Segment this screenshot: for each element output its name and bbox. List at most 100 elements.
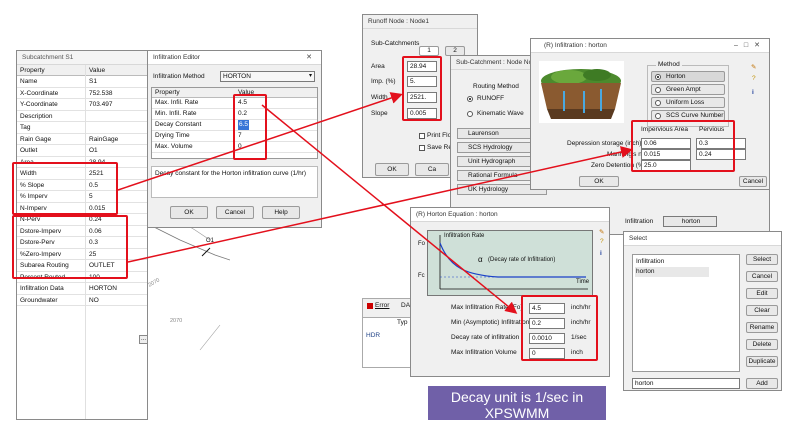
cancel-button[interactable]: Cancel xyxy=(739,176,767,187)
save-results-checkbox[interactable] xyxy=(419,145,425,151)
property-value[interactable]: RainGage xyxy=(89,134,118,145)
property-value[interactable]: OUTLET xyxy=(89,260,115,271)
cancel-button[interactable]: Cancel xyxy=(216,206,254,219)
zero-det-field[interactable]: 25.0 xyxy=(641,160,691,171)
table-row[interactable]: Tag xyxy=(17,122,147,134)
select-list[interactable]: Infiltration horton xyxy=(632,254,740,372)
ok-button[interactable]: OK xyxy=(170,206,208,219)
property-value[interactable]: S1 xyxy=(89,76,97,87)
table-row[interactable]: Decay Constant 6.5 xyxy=(152,120,317,131)
cancel-button[interactable]: Ca xyxy=(415,163,449,176)
property-value[interactable]: 703.497 xyxy=(89,99,113,110)
property-value[interactable]: 752.538 xyxy=(89,88,113,99)
table-row[interactable]: Infiltration Data HORTON xyxy=(17,283,147,295)
routing-kinematic-radio[interactable] xyxy=(467,111,473,117)
select-dialog-button[interactable]: Rename xyxy=(746,322,778,333)
table-row[interactable]: % Slope 0.5 xyxy=(17,180,147,191)
table-row[interactable]: N-Imperv 0.015 xyxy=(17,203,147,214)
help-icon[interactable]: ? xyxy=(752,75,756,82)
table-row[interactable]: Rain Gage RainGage xyxy=(17,134,147,145)
depression-perv-field[interactable]: 0.3 xyxy=(696,138,746,149)
table-row[interactable]: Dstore-Imperv 0.06 xyxy=(17,226,147,237)
property-value[interactable]: 7 xyxy=(238,131,242,141)
manning-imperv-field[interactable]: 0.015 xyxy=(641,149,691,160)
select-dialog-button[interactable]: Duplicate xyxy=(746,356,778,367)
property-value[interactable]: 0 xyxy=(238,142,242,152)
select-dialog-button[interactable]: Delete xyxy=(746,339,778,350)
table-row[interactable]: Min. Infil. Rate 0.2 xyxy=(152,109,317,120)
area-field[interactable]: 28.94 xyxy=(407,61,437,72)
property-value[interactable]: 0.2 xyxy=(238,109,247,119)
ok-button[interactable]: OK xyxy=(579,176,619,187)
table-row[interactable]: Y-Coordinate 703.497 xyxy=(17,99,147,111)
tab-subcatch-1[interactable]: 1 xyxy=(419,46,439,56)
horton-param-field[interactable]: 4.5 xyxy=(529,303,565,314)
infiltration-field[interactable]: horton xyxy=(663,216,717,227)
property-value[interactable]: 25 xyxy=(89,249,96,260)
method-option[interactable]: Uniform Loss xyxy=(651,97,725,108)
list-item[interactable]: horton xyxy=(635,267,709,277)
property-value[interactable]: 5 xyxy=(89,191,93,202)
error-tab[interactable]: Error xyxy=(375,302,389,309)
window-controls[interactable]: –□✕ xyxy=(734,39,766,53)
manning-perv-field[interactable]: 0.24 xyxy=(696,149,746,160)
select-dialog-button[interactable]: Add xyxy=(746,378,778,389)
method-radio[interactable] xyxy=(655,100,661,106)
edit-icon[interactable]: ✎ xyxy=(599,228,604,236)
ellipsis-button[interactable]: ... xyxy=(139,335,147,344)
table-row[interactable]: X-Coordinate 752.538 xyxy=(17,88,147,99)
property-value[interactable]: 0.5 xyxy=(89,180,98,191)
close-icon[interactable]: ✕ xyxy=(306,51,318,65)
method-option[interactable]: Green Ampt xyxy=(651,84,725,95)
width-field[interactable]: 2521. xyxy=(407,92,437,103)
property-value[interactable]: HORTON xyxy=(89,283,117,294)
edit-icon[interactable]: ✎ xyxy=(751,63,756,71)
property-value[interactable]: 0.06 xyxy=(89,226,102,237)
ok-button[interactable]: OK xyxy=(375,163,409,176)
property-value[interactable]: 0.3 xyxy=(89,237,98,248)
routing-runoff-radio[interactable] xyxy=(467,96,473,102)
horton-param-field[interactable]: 0 xyxy=(529,348,565,359)
select-dialog-button[interactable]: Clear xyxy=(746,305,778,316)
table-row[interactable]: Area 28.94 xyxy=(17,157,147,168)
info-icon[interactable]: i xyxy=(752,89,754,96)
slope-field[interactable]: 0.005 xyxy=(407,108,437,119)
select-dialog-button[interactable]: Select xyxy=(746,254,778,265)
property-value[interactable]: 6.5 xyxy=(238,120,250,130)
table-row[interactable]: Dstore-Perv 0.3 xyxy=(17,237,147,249)
table-row[interactable]: Width 2521 xyxy=(17,168,147,180)
property-value[interactable]: 28.94 xyxy=(89,157,105,168)
infil-method-select[interactable]: HORTON ▾ xyxy=(220,71,315,82)
property-value[interactable]: NO xyxy=(89,295,99,306)
list-item[interactable]: Infiltration xyxy=(636,258,664,265)
table-row[interactable]: Outlet O1 xyxy=(17,145,147,157)
table-row[interactable]: Groundwater NO xyxy=(17,295,147,306)
select-dialog-button[interactable]: Edit xyxy=(746,288,778,299)
help-button[interactable]: Help xyxy=(262,206,300,219)
method-radio[interactable] xyxy=(655,87,661,93)
property-value[interactable]: 4.5 xyxy=(238,98,247,108)
imp-field[interactable]: 5. xyxy=(407,76,437,87)
method-radio[interactable] xyxy=(655,113,661,119)
property-value[interactable]: O1 xyxy=(89,145,98,156)
horton-param-field[interactable]: 0.2 xyxy=(529,318,565,329)
table-row[interactable]: Drying Time 7 xyxy=(152,131,317,142)
depression-imperv-field[interactable]: 0.06 xyxy=(641,138,691,149)
table-row[interactable]: %Zero-Imperv 25 xyxy=(17,249,147,260)
property-value[interactable]: 0.015 xyxy=(89,203,105,214)
property-value[interactable]: 2521 xyxy=(89,168,103,179)
table-row[interactable]: Subarea Routing OUTLET xyxy=(17,260,147,272)
info-icon[interactable]: i xyxy=(600,250,602,257)
select-input[interactable]: horton xyxy=(632,378,740,389)
print-flow-checkbox[interactable] xyxy=(419,133,425,139)
property-value[interactable]: 100 xyxy=(89,272,100,283)
method-radio[interactable] xyxy=(655,74,661,80)
select-dialog-button[interactable]: Cancel xyxy=(746,271,778,282)
property-value[interactable]: 0.24 xyxy=(89,214,102,225)
map-canvas[interactable]: O1 2070 2070 xyxy=(139,200,231,420)
method-option[interactable]: SCS Curve Number xyxy=(651,110,725,121)
table-row[interactable]: Percent Routed 100 xyxy=(17,272,147,283)
table-row[interactable]: N-Perv 0.24 xyxy=(17,214,147,226)
table-row[interactable]: Max. Infil. Rate 4.5 xyxy=(152,98,317,109)
horton-param-field[interactable]: 0.0010 xyxy=(529,333,565,344)
